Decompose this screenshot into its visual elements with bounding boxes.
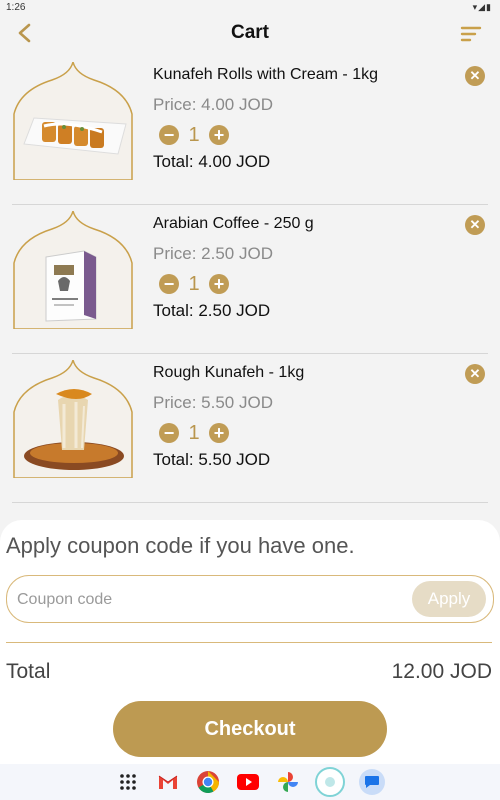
app-bar: Cart <box>0 16 500 52</box>
cart-list: Kunafeh Rolls with Cream - 1kg Price: 4.… <box>0 56 500 503</box>
messages-icon[interactable] <box>359 769 385 795</box>
item-total: Total: 2.50 JOD <box>153 301 271 320</box>
remove-item-button[interactable]: ✕ <box>465 66 485 86</box>
youtube-icon[interactable] <box>235 769 261 795</box>
page-title: Cart <box>230 22 269 43</box>
item-total: Total: 5.50 JOD <box>153 450 271 469</box>
coupon-input[interactable] <box>15 587 389 613</box>
remove-item-button[interactable]: ✕ <box>465 215 485 235</box>
gmail-icon[interactable] <box>155 769 181 795</box>
item-price: Price: 4.00 JOD <box>153 95 273 114</box>
item-info: Rough Kunafeh - 1kg Price: 5.50 JOD − 1 … <box>153 364 448 470</box>
decrease-button[interactable]: − <box>159 423 179 443</box>
increase-button[interactable]: + <box>209 274 229 294</box>
system-icons: ▾◢▮ <box>472 2 492 12</box>
sort-icon[interactable] <box>460 24 482 44</box>
product-image <box>13 360 133 478</box>
status-time: 1:26 <box>6 2 26 13</box>
taskbar <box>0 764 500 800</box>
checkout-button[interactable]: Checkout <box>113 701 387 757</box>
item-info: Arabian Coffee - 250 g Price: 2.50 JOD −… <box>153 215 448 321</box>
item-name: Kunafeh Rolls with Cream - 1kg <box>153 66 378 83</box>
status-bar: 1:26 ▾◢▮ <box>0 0 500 16</box>
product-image <box>13 211 133 329</box>
total-value: 12.00 JOD <box>391 660 492 683</box>
photos-icon[interactable] <box>275 769 301 795</box>
item-price: Price: 2.50 JOD <box>153 244 273 263</box>
remove-item-button[interactable]: ✕ <box>465 364 485 384</box>
quantity-stepper: − 1 + <box>153 272 448 296</box>
checkout-sheet: Apply coupon code if you have one. Apply… <box>0 520 500 764</box>
cart-item: Rough Kunafeh - 1kg Price: 5.50 JOD − 1 … <box>12 354 488 503</box>
coupon-field: Apply <box>6 575 494 623</box>
apply-coupon-button[interactable]: Apply <box>412 581 486 617</box>
item-name: Rough Kunafeh - 1kg <box>153 364 305 381</box>
decrease-button[interactable]: − <box>159 125 179 145</box>
coupon-title: Apply coupon code if you have one. <box>6 533 355 558</box>
quantity-value: 1 <box>188 123 200 146</box>
cart-item: Arabian Coffee - 250 g Price: 2.50 JOD −… <box>12 205 488 354</box>
divider <box>6 642 492 643</box>
app-icon[interactable] <box>315 767 345 797</box>
quantity-stepper: − 1 + <box>153 421 448 445</box>
product-image <box>13 62 133 180</box>
cart-item: Kunafeh Rolls with Cream - 1kg Price: 4.… <box>12 56 488 205</box>
item-price: Price: 5.50 JOD <box>153 393 273 412</box>
chrome-icon[interactable] <box>195 769 221 795</box>
item-info: Kunafeh Rolls with Cream - 1kg Price: 4.… <box>153 66 448 172</box>
item-name: Arabian Coffee - 250 g <box>153 215 314 232</box>
item-total: Total: 4.00 JOD <box>153 152 271 171</box>
increase-button[interactable]: + <box>209 125 229 145</box>
quantity-value: 1 <box>188 421 200 444</box>
decrease-button[interactable]: − <box>159 274 179 294</box>
increase-button[interactable]: + <box>209 423 229 443</box>
quantity-value: 1 <box>188 272 200 295</box>
quantity-stepper: − 1 + <box>153 123 448 147</box>
total-label: Total <box>6 660 51 683</box>
app-drawer-icon[interactable] <box>115 769 141 795</box>
